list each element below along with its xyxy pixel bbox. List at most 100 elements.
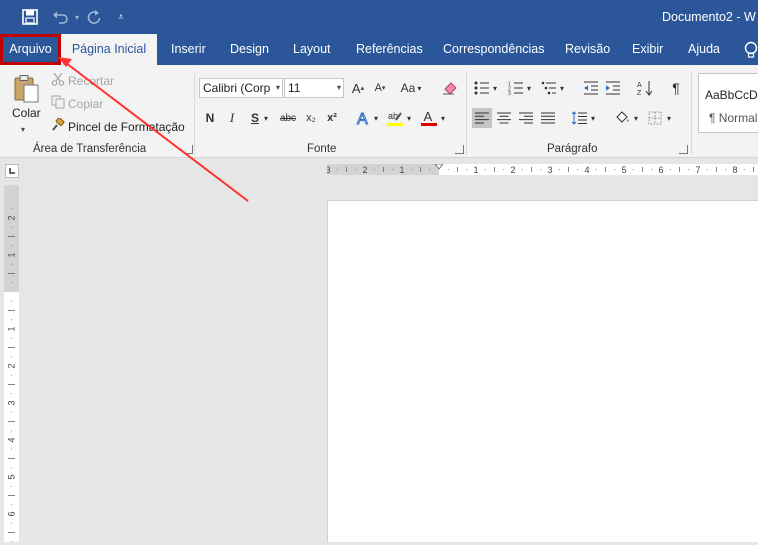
lightbulb-icon[interactable]: [744, 34, 758, 65]
change-case-button[interactable]: Aa ▾: [398, 78, 424, 98]
tab-layout[interactable]: Layout: [293, 34, 331, 65]
highlight-icon[interactable]: ab: [385, 108, 405, 128]
sort-icon[interactable]: AZ: [635, 78, 655, 98]
redo-icon[interactable]: [84, 7, 104, 27]
styles-gallery[interactable]: AaBbCcD ¶ Normal: [698, 73, 758, 133]
ruler-tick-label: 4: [7, 437, 17, 442]
align-right-icon[interactable]: [516, 108, 536, 128]
borders-dropdown-icon[interactable]: ▾: [664, 108, 674, 128]
tab-review[interactable]: Revisão: [565, 34, 610, 65]
decrease-indent-icon[interactable]: [581, 78, 601, 98]
ribbon-home: Colar ▾ Recortar Copiar Pincel de Format…: [0, 65, 758, 158]
underline-dropdown-icon[interactable]: ▾: [261, 108, 271, 128]
tab-help[interactable]: Ajuda: [688, 34, 720, 65]
cut-label: Recortar: [68, 73, 115, 88]
document-title: Documento2 - W: [662, 10, 756, 24]
highlight-dropdown-icon[interactable]: ▾: [404, 108, 414, 128]
font-group-label: Fonte: [307, 143, 337, 155]
ruler-tick-label: 5: [7, 474, 17, 479]
style-sample: AaBbCcD: [705, 88, 758, 102]
multilevel-dropdown-icon[interactable]: ▾: [557, 78, 567, 98]
shrink-font-button[interactable]: A ▾: [370, 78, 390, 98]
paste-button[interactable]: Colar: [12, 106, 41, 120]
ruler-tick-label: 3: [547, 165, 552, 175]
superscript-button[interactable]: x²: [322, 108, 342, 128]
change-case-label: Aa: [400, 81, 416, 95]
group-divider: [466, 71, 467, 155]
paste-dropdown-icon[interactable]: ▾: [21, 125, 25, 134]
align-center-icon[interactable]: [494, 108, 514, 128]
font-size-value: 11: [288, 81, 301, 95]
font-dialog-launcher-icon[interactable]: [455, 145, 464, 154]
ruler-tick-label: 1: [473, 165, 478, 175]
numbering-dropdown-icon[interactable]: ▾: [524, 78, 534, 98]
paragraph-group-label: Parágrafo: [547, 143, 598, 155]
font-color-icon[interactable]: A: [419, 108, 439, 128]
tab-mailings[interactable]: Correspondências: [443, 34, 544, 65]
align-left-icon[interactable]: [472, 108, 492, 128]
undo-dropdown-icon[interactable]: ▾: [72, 7, 82, 27]
tab-home[interactable]: Página Inicial: [61, 34, 157, 65]
tab-insert[interactable]: Inserir: [171, 34, 206, 65]
ruler-tick-label: 1: [7, 252, 17, 257]
tab-references[interactable]: Referências: [356, 34, 423, 65]
customize-quick-access-icon[interactable]: ⩡: [114, 7, 128, 27]
tab-design[interactable]: Design: [230, 34, 269, 65]
strikethrough-button[interactable]: abc: [276, 108, 300, 128]
clipboard-dialog-launcher-icon[interactable]: [184, 145, 193, 154]
font-color-dropdown-icon[interactable]: ▾: [438, 108, 448, 128]
borders-icon[interactable]: [645, 108, 665, 128]
svg-text:A: A: [357, 111, 368, 127]
shading-icon[interactable]: [612, 108, 632, 128]
style-normal[interactable]: ¶ Normal: [709, 111, 757, 125]
multilevel-list-icon[interactable]: [539, 78, 559, 98]
tab-file[interactable]: Arquivo: [0, 34, 61, 65]
svg-text:A: A: [424, 109, 433, 124]
font-size-combo[interactable]: 11 ▾: [284, 78, 344, 98]
line-spacing-dropdown-icon[interactable]: ▾: [588, 108, 598, 128]
svg-text:A: A: [637, 82, 642, 89]
italic-button[interactable]: I: [222, 108, 242, 128]
font-name-combo[interactable]: Calibri (Corp ▾: [199, 78, 283, 98]
save-icon[interactable]: [20, 7, 40, 27]
numbering-icon[interactable]: 123: [506, 78, 526, 98]
increase-indent-icon[interactable]: [603, 78, 623, 98]
svg-text:3: 3: [508, 91, 511, 95]
shading-dropdown-icon[interactable]: ▾: [631, 108, 641, 128]
grow-font-button[interactable]: A ▴: [348, 78, 368, 98]
clear-formatting-icon[interactable]: [440, 78, 460, 98]
subscript-button[interactable]: x₂: [301, 108, 321, 128]
ruler-tick-label: 2: [7, 363, 17, 368]
ruler-tick-label: 5: [621, 165, 626, 175]
bullets-icon[interactable]: [472, 78, 492, 98]
text-effects-icon[interactable]: A: [353, 108, 373, 128]
text-effects-dropdown-icon[interactable]: ▾: [371, 108, 381, 128]
chevron-down-icon: ▾: [275, 83, 280, 92]
copy-icon: [51, 95, 65, 112]
line-spacing-icon[interactable]: [569, 108, 589, 128]
format-painter-button[interactable]: Pincel de Formatação: [51, 117, 185, 135]
vertical-ruler-margin: [4, 185, 19, 200]
paragraph-dialog-launcher-icon[interactable]: [679, 145, 688, 154]
chevron-down-icon: ▾: [336, 83, 341, 92]
copy-button[interactable]: Copiar: [51, 95, 103, 112]
document-page[interactable]: [327, 200, 758, 542]
justify-icon[interactable]: [538, 108, 558, 128]
tab-view[interactable]: Exibir: [632, 34, 663, 65]
ruler-tick-label: 1: [399, 165, 404, 175]
bold-button[interactable]: N: [200, 108, 220, 128]
copy-label: Copiar: [68, 96, 104, 111]
ruler-tick-label: 1: [7, 326, 17, 331]
cut-button[interactable]: Recortar: [51, 72, 114, 89]
horizontal-ruler[interactable]: 3 2 1 1 2 3 4 5 6 7 8: [325, 163, 758, 175]
shrink-font-icon: A: [374, 82, 382, 94]
vertical-ruler[interactable]: 2 1 1 2 3 4 5 6: [4, 200, 19, 543]
bullets-dropdown-icon[interactable]: ▾: [490, 78, 500, 98]
paintbrush-icon: [51, 117, 65, 135]
ruler-tick-label: 7: [695, 165, 700, 175]
clipboard-paste-icon[interactable]: [10, 73, 44, 105]
show-marks-button[interactable]: ¶: [666, 78, 686, 98]
ribbon-tabs: Arquivo Página Inicial Inserir Design La…: [0, 34, 758, 65]
tab-stop-selector[interactable]: [5, 164, 19, 178]
undo-icon[interactable]: [50, 7, 72, 27]
